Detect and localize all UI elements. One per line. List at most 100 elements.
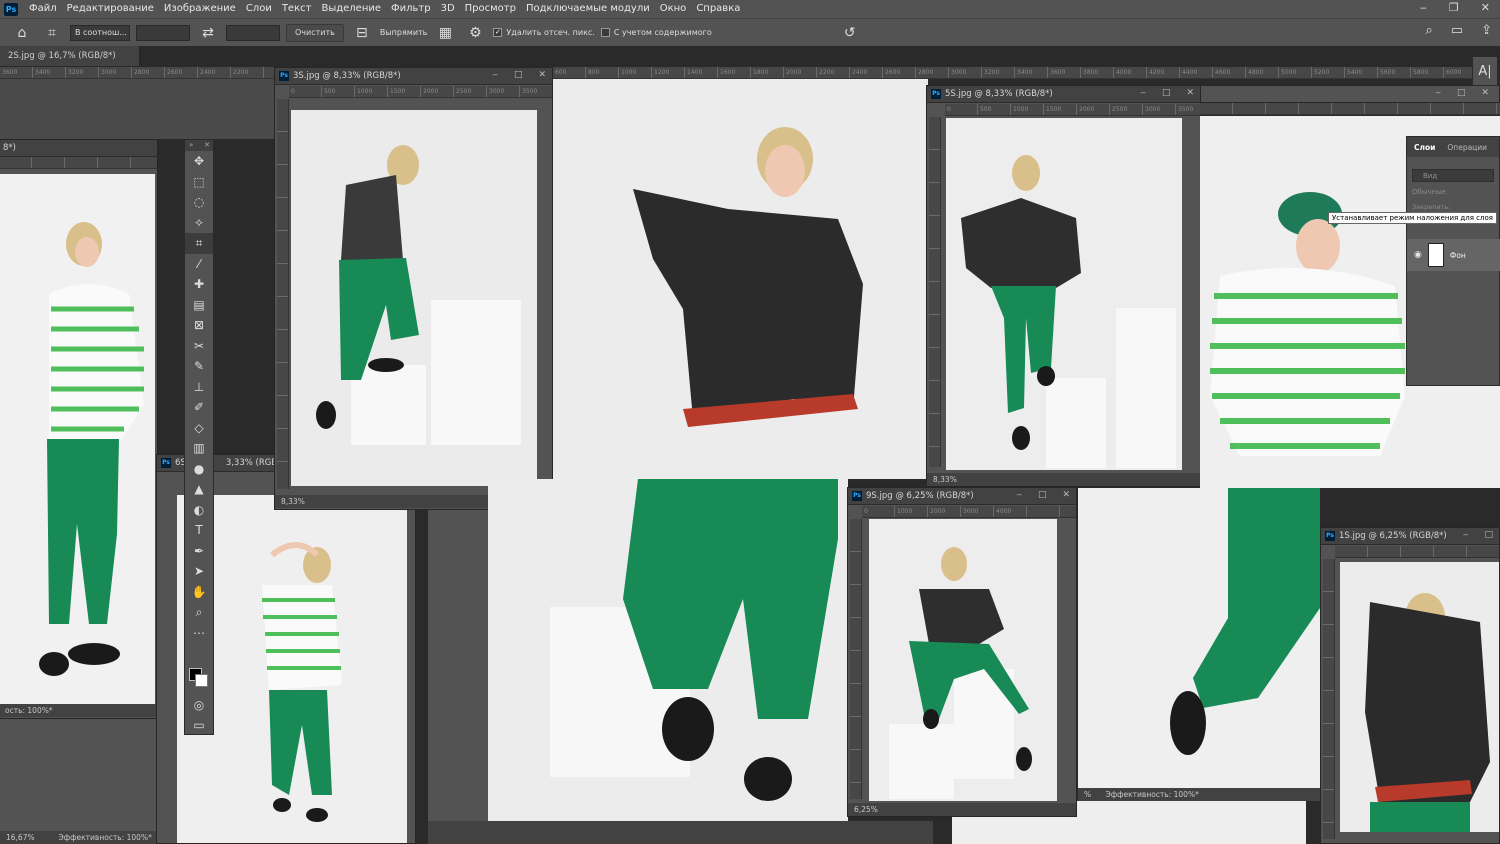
workspace-icon[interactable]: ▭ [1451,23,1463,38]
crop-icon[interactable]: ⌗ [185,233,213,254]
clear-button[interactable]: Очистить [286,23,344,42]
content-aware-checkbox[interactable]: С учетом содержимого [600,28,712,37]
reset-icon[interactable]: ↺ [838,25,862,41]
tab-layers[interactable]: Слои [1414,143,1435,152]
share-icon[interactable]: ⇪ [1481,23,1492,38]
gradient-icon[interactable]: ▥ [185,438,213,459]
lasso-tool-icon[interactable]: ◌ [185,192,213,213]
delete-cropped-checkbox[interactable]: ✓ Удалить отсеч. пикс. [493,28,595,37]
swap-icon[interactable]: ⇄ [196,25,220,41]
sharpen-icon[interactable]: ▲ [185,479,213,500]
path-select-icon[interactable]: ➤ [185,561,213,582]
doc-window-9s: Ps 9S.jpg @ 6,25% (RGB/8*) ‒ □ ✕ 0 1000 2000 3… [847,487,1077,817]
photoshop-app: Ps Файл Редактирование Изображение Слои … [0,0,1500,844]
straighten-icon[interactable]: ⊟ [350,25,374,41]
photo-canvas-3s[interactable] [291,110,537,486]
menu-file[interactable]: Файл [24,0,62,18]
pen-tool-icon[interactable]: ✒ [185,541,213,562]
scissors-icon[interactable]: ✂ [185,336,213,357]
zoom-tool-icon[interactable]: ⌕ [185,602,213,623]
ruler-left [0,157,157,169]
straighten-button[interactable]: Выпрямить [380,28,428,37]
menu-help[interactable]: Справка [691,0,745,18]
move-tool-icon[interactable]: ✥ [185,151,213,172]
menu-view[interactable]: Просмотр [460,0,521,18]
content-aware-label: С учетом содержимого [613,28,712,37]
close-icon[interactable]: ✕ [538,70,546,80]
stamp-icon[interactable]: ⊥ [185,377,213,398]
photo-canvas-left[interactable] [0,174,155,704]
eyedropper-icon[interactable]: ⁄ [185,254,213,275]
crop-tool-icon[interactable]: ⌗ [40,25,64,41]
minimize-icon[interactable]: ‒ [1435,88,1441,98]
menu-layers[interactable]: Слои [241,0,277,18]
tools-panel: » ✕ ✥ ⬚ ◌ ✧ ⌗ ⁄ ✚ ▤ ⊠ ✂ ✎ ⊥ ✐ ◇ ▥ ● ▲ ◐ T… [184,139,214,735]
minimize-icon[interactable]: ‒ [1016,490,1022,500]
photo-canvas-1s[interactable] [1340,562,1499,832]
layers-search-input[interactable]: Вид [1412,169,1494,182]
photo-woman-beret-trousers [1170,488,1320,755]
close-icon[interactable]: ✕ [1186,88,1194,98]
vruler-5s [929,117,941,467]
maximize-icon[interactable]: □ [1038,490,1047,500]
hand-tool-icon[interactable]: ✋ [185,582,213,603]
photo-canvas-9s[interactable] [869,519,1057,801]
home-icon[interactable]: ⌂ [10,25,34,41]
close-icon[interactable]: ✕ [1062,490,1070,500]
photo-canvas-main[interactable] [553,79,928,479]
tab-operations[interactable]: Операции [1447,143,1487,152]
minimize-icon[interactable]: ‒ [492,70,498,80]
maximize-icon[interactable]: □ [1162,88,1171,98]
screen-mode-icon[interactable]: ▭ [185,715,213,736]
eraser-icon[interactable]: ◇ [185,418,213,439]
dodge-icon[interactable]: ◐ [185,500,213,521]
close-icon[interactable]: ✕ [1481,0,1490,16]
maximize-icon[interactable]: □ [514,70,523,80]
marquee-tool-icon[interactable]: ⬚ [185,172,213,193]
history-brush-icon[interactable]: ✐ [185,397,213,418]
search-icon[interactable]: ⌕ [1426,23,1433,38]
width-field[interactable] [136,24,190,41]
more-tools-icon[interactable]: ⋯ [185,623,213,644]
type-tool-icon[interactable]: T [185,520,213,541]
maximize-icon[interactable]: □ [1484,530,1493,540]
layer-row-background[interactable]: ◉ Фон [1407,239,1500,271]
menu-window[interactable]: Окно [655,0,692,18]
character-panel-icon[interactable]: A| [1472,56,1498,86]
restore-icon[interactable]: ❐ [1449,0,1459,16]
ratio-select[interactable]: В соотнош... [70,24,130,41]
photo-canvas-main-lower[interactable] [488,479,848,821]
menu-select[interactable]: Выделение [316,0,386,18]
height-field[interactable] [226,24,280,41]
minimize-icon[interactable]: ‒ [1140,88,1146,98]
doc-tab-2s[interactable]: 2S.jpg @ 16,7% (RGB/8*) [0,46,140,66]
photo-canvas-5s[interactable] [946,118,1182,470]
magic-wand-icon[interactable]: ✧ [185,213,213,234]
menu-plugins[interactable]: Подключаемые модули [521,0,655,18]
menu-filter[interactable]: Фильтр [386,0,436,18]
ruler-right [1200,103,1500,115]
menu-image[interactable]: Изображение [159,0,241,18]
quick-mask-icon[interactable]: ◎ [185,695,213,716]
eye-icon[interactable]: ◉ [1414,250,1422,260]
grid-overlay-icon[interactable]: ▦ [433,25,457,41]
blur-icon[interactable]: ● [185,459,213,480]
background-color-swatch[interactable] [195,674,208,687]
menu-text[interactable]: Текст [277,0,317,18]
doc-window-3s: Ps 3S.jpg @ 8,33% (RGB/8*) ‒ □ ✕ 0 500 1000 15… [274,67,553,510]
menu-3d[interactable]: 3D [436,0,460,18]
close-icon[interactable]: ✕ [1481,88,1489,98]
brush-icon[interactable]: ✎ [185,356,213,377]
minimize-icon[interactable]: ‒ [1463,530,1469,540]
blend-mode-select[interactable]: Обычные [1412,188,1494,199]
canvas-area-bl [0,719,158,831]
doc-window-left: 8*) ость: 100%* [0,139,158,719]
gear-icon[interactable]: ⚙ [463,25,487,41]
healing-brush-icon[interactable]: ✚ [185,274,213,295]
frame-icon[interactable]: ⊠ [185,315,213,336]
minimize-icon[interactable]: ‒ [1420,0,1427,16]
maximize-icon[interactable]: □ [1457,88,1466,98]
photo-canvas-right-lower[interactable] [1078,488,1320,788]
patch-icon[interactable]: ▤ [185,295,213,316]
menu-edit[interactable]: Редактирование [62,0,159,18]
